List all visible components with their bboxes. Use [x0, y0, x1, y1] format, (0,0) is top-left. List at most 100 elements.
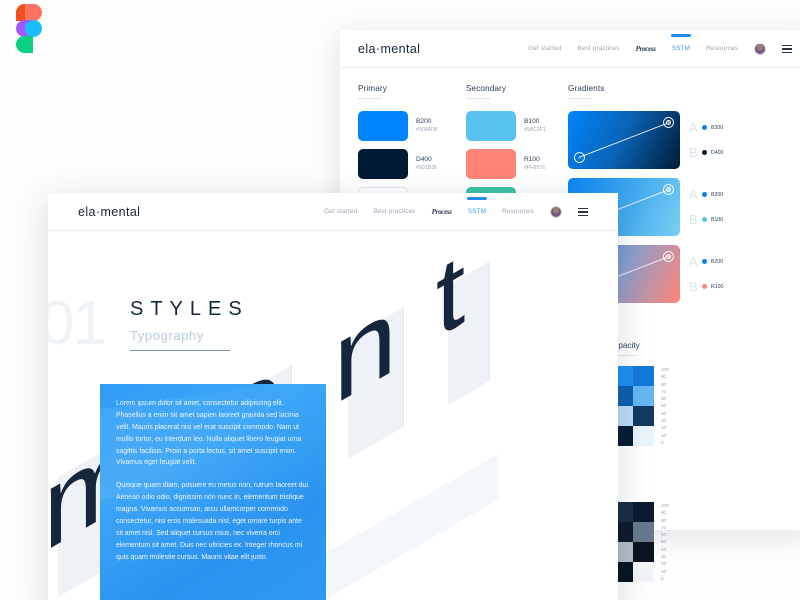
legend-letter-b: B: [689, 279, 698, 294]
swatch-row[interactable]: R100 #FF8576: [466, 149, 568, 179]
swatch-label-group: B100 #58C2F1: [524, 117, 546, 135]
legend-color-name: B200: [711, 124, 724, 131]
primary-column-title: Primary: [358, 84, 387, 93]
opacity-blue-grid[interactable]: [612, 366, 654, 446]
swatch-label-group: B200 #0084FB: [416, 117, 438, 135]
legend-color-name: R100: [711, 283, 724, 290]
opacity-title: Opacity: [612, 341, 640, 350]
legend-letter-a: A: [689, 187, 698, 202]
gradient-legend: A B200 B R100: [689, 255, 723, 293]
nav-item-resources[interactable]: Resources: [706, 45, 738, 54]
opacity-tick: 10: [661, 432, 667, 438]
body-paragraph-1: Lorem ipsum dolor sit amet, consectetur …: [116, 400, 302, 467]
iso-extrusion: [448, 260, 490, 406]
opacity-cell[interactable]: [633, 386, 654, 406]
legend-color-name: B100: [711, 216, 724, 223]
gradient-legend-row: A B200: [689, 255, 723, 268]
swatch-hex: #FF8576: [524, 164, 546, 171]
swatch-row[interactable]: B200 #0084FB: [358, 111, 466, 141]
opacity-cell[interactable]: [633, 426, 654, 446]
legend-color-dot: [702, 217, 707, 222]
color-swatch-d400[interactable]: [358, 149, 408, 179]
opacity-tick: 30: [661, 418, 667, 424]
opacity-tick: 40: [661, 410, 667, 416]
gradient-row: A B A B200 B D400: [568, 111, 774, 169]
iso-letter-n: n: [333, 267, 397, 430]
nav-item-sstm[interactable]: SSTM: [672, 45, 690, 54]
opacity-tick: 50: [661, 539, 667, 545]
opacity-scale-dark: 100 90 80 70 60 50 40 30 20 10 0: [661, 502, 669, 582]
legend-letter-a: A: [689, 254, 698, 269]
nav-item-sstm[interactable]: SSTM: [468, 208, 486, 217]
opacity-tick: 0: [661, 439, 664, 445]
gradient-handle-b[interactable]: B: [663, 117, 674, 128]
opacity-tick: 80: [661, 381, 667, 387]
swatch-label-group: R100 #FF8576: [524, 155, 545, 173]
opacity-dark-group: 100 90 80 70 60 50 40 30 20 10 0: [612, 502, 732, 582]
nav-item-resources[interactable]: Resources: [502, 208, 534, 217]
legend-color-dot: [702, 125, 707, 130]
opacity-cell[interactable]: [633, 542, 654, 562]
front-card-brand-logo[interactable]: ela·mental: [78, 205, 140, 219]
figma-logo-orange-shape: [25, 4, 42, 21]
opacity-tick: 100: [661, 367, 669, 372]
opacity-cell[interactable]: [633, 406, 654, 426]
swatch-row[interactable]: B100 #58C2F1: [466, 111, 568, 141]
swatch-name: D400: [416, 156, 432, 164]
opacity-cell[interactable]: [633, 366, 654, 386]
opacity-tick: 90: [661, 374, 667, 380]
front-card-navbar: ela·mental Get started Best practices Pr…: [48, 193, 618, 231]
avatar[interactable]: [550, 206, 562, 218]
opacity-tick: 0: [661, 575, 664, 581]
opacity-tick: 20: [661, 561, 667, 567]
gradient-handle-b[interactable]: B: [663, 251, 674, 262]
primary-title-rule: [358, 98, 382, 99]
swatch-name: B100: [524, 118, 540, 126]
hamburger-menu-icon[interactable]: [578, 208, 588, 216]
iso-extrusion: [348, 306, 404, 460]
legend-color-name: B200: [711, 191, 724, 198]
opacity-tick: 40: [661, 546, 667, 552]
swatch-name: B200: [416, 118, 432, 126]
gradient-handle-b[interactable]: B: [663, 184, 674, 195]
swatch-row[interactable]: D400 #001B36: [358, 149, 466, 179]
gradients-title-rule: [568, 98, 592, 99]
back-card-nav-links: Get started Best practices Process SSTM …: [528, 43, 792, 55]
opacity-tick: 60: [661, 532, 667, 538]
secondary-column-title: Secondary: [466, 84, 507, 93]
figma-logo-blue-shape: [25, 20, 42, 37]
nav-item-get-started[interactable]: Get started: [324, 208, 357, 217]
nav-item-process-logo[interactable]: Process: [636, 45, 656, 53]
opacity-dark-grid[interactable]: [612, 502, 654, 582]
gradients-column-title: Gradients: [568, 84, 605, 93]
page-subtitle: Typography: [130, 328, 204, 343]
gradient-legend-row: B B100: [689, 213, 723, 226]
opacity-cell[interactable]: [633, 522, 654, 542]
color-swatch-b100[interactable]: [466, 111, 516, 141]
gradient-handle-b-label: B: [666, 254, 671, 259]
nav-item-best-practices[interactable]: Best practices: [577, 45, 619, 54]
gradient-preview-b200-d400[interactable]: A B: [568, 111, 680, 169]
nav-item-best-practices[interactable]: Best practices: [373, 208, 415, 217]
gradient-handle-a[interactable]: A: [574, 152, 585, 163]
opacity-tick: 100: [661, 503, 669, 508]
back-card-navbar: ela·mental Get started Best practices Pr…: [340, 30, 800, 68]
screenshot-root: ela·mental Get started Best practices Pr…: [0, 0, 800, 600]
opacity-section: Opacity 100 90 80 70 60 50 40 30 20 10 0…: [612, 341, 732, 582]
swatch-hex: #001B36: [416, 164, 438, 171]
avatar[interactable]: [754, 43, 766, 55]
nav-item-get-started[interactable]: Get started: [528, 45, 561, 54]
color-swatch-r100[interactable]: [466, 149, 516, 179]
nav-item-process-logo[interactable]: Process: [432, 208, 452, 216]
hamburger-menu-icon[interactable]: [782, 45, 792, 53]
opacity-cell[interactable]: [633, 502, 654, 522]
secondary-title-rule: [466, 98, 490, 99]
page-title: STYLES: [130, 298, 249, 320]
figma-logo-green-shape: [16, 36, 33, 53]
back-card-brand-logo[interactable]: ela·mental: [358, 42, 420, 56]
color-swatch-b200[interactable]: [358, 111, 408, 141]
opacity-tick: 70: [661, 524, 667, 530]
opacity-cell[interactable]: [633, 562, 654, 582]
gradient-legend: A B200 B D400: [689, 121, 723, 159]
legend-letter-b: B: [689, 212, 698, 227]
